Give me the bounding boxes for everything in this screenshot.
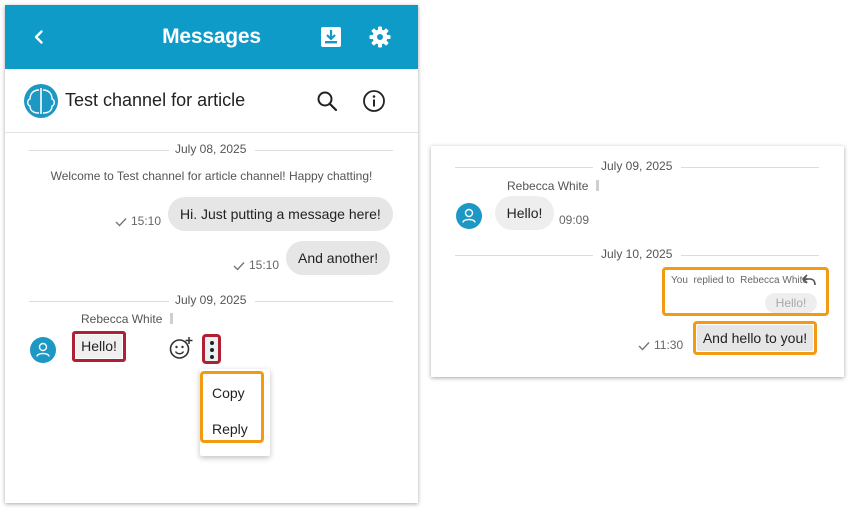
outgoing-message[interactable]: Hi. Just putting a message here! (168, 197, 393, 231)
message-time: 09:09 (559, 213, 590, 227)
channel-title: Test channel for article (65, 90, 246, 110)
gear-icon[interactable] (368, 25, 392, 49)
messages-panel: Messages Test channel for article July 0… (5, 5, 418, 503)
search-icon[interactable] (315, 89, 339, 113)
system-message: Welcome to Test channel for article chan… (50, 169, 373, 183)
message-time: 15:10 (131, 214, 162, 228)
download-icon[interactable] (320, 26, 342, 48)
date-separator: July 09, 2025 (5, 292, 418, 312)
date-label: July 09, 2025 (175, 293, 247, 307)
incoming-message[interactable]: Hello! (495, 196, 554, 230)
date-separator: July 10, 2025 (431, 246, 844, 266)
app-title: Messages (162, 25, 261, 48)
message-meta: 15:10 (233, 258, 279, 272)
date-separator: July 09, 2025 (431, 158, 844, 178)
date-separator: July 08, 2025 (5, 141, 418, 161)
sender-name: Rebecca White (81, 312, 174, 326)
channel-header: Test channel for article (5, 69, 418, 133)
check-icon (638, 342, 650, 351)
menu-highlight (200, 371, 264, 443)
date-label: July 08, 2025 (175, 142, 247, 156)
message-meta: 15:10 (115, 214, 161, 228)
outgoing-message[interactable]: And another! (286, 241, 391, 275)
reply-reference-highlight (662, 267, 829, 316)
message-time: 15:10 (249, 258, 280, 272)
message-time: 11:30 (654, 338, 684, 352)
user-avatar (30, 337, 56, 363)
add-reaction-icon[interactable] (168, 335, 194, 361)
more-options-button[interactable] (202, 334, 221, 364)
person-icon (462, 208, 476, 223)
info-icon[interactable] (362, 89, 386, 113)
date-label: July 09, 2025 (601, 159, 673, 173)
check-icon (233, 262, 245, 271)
reply-thread-panel: July 09, 2025 Rebecca White Hello! 09:09… (431, 146, 844, 377)
check-icon (115, 218, 127, 227)
user-avatar (456, 203, 482, 229)
incoming-message[interactable]: Hello! (76, 335, 122, 358)
channel-avatar (24, 84, 58, 118)
sender-name: Rebecca White (507, 179, 600, 193)
message-meta: 11:30 (638, 338, 683, 352)
date-label: July 10, 2025 (601, 247, 673, 261)
outgoing-reply-highlight (693, 321, 817, 355)
app-bar: Messages (5, 5, 418, 69)
person-icon (36, 342, 50, 357)
